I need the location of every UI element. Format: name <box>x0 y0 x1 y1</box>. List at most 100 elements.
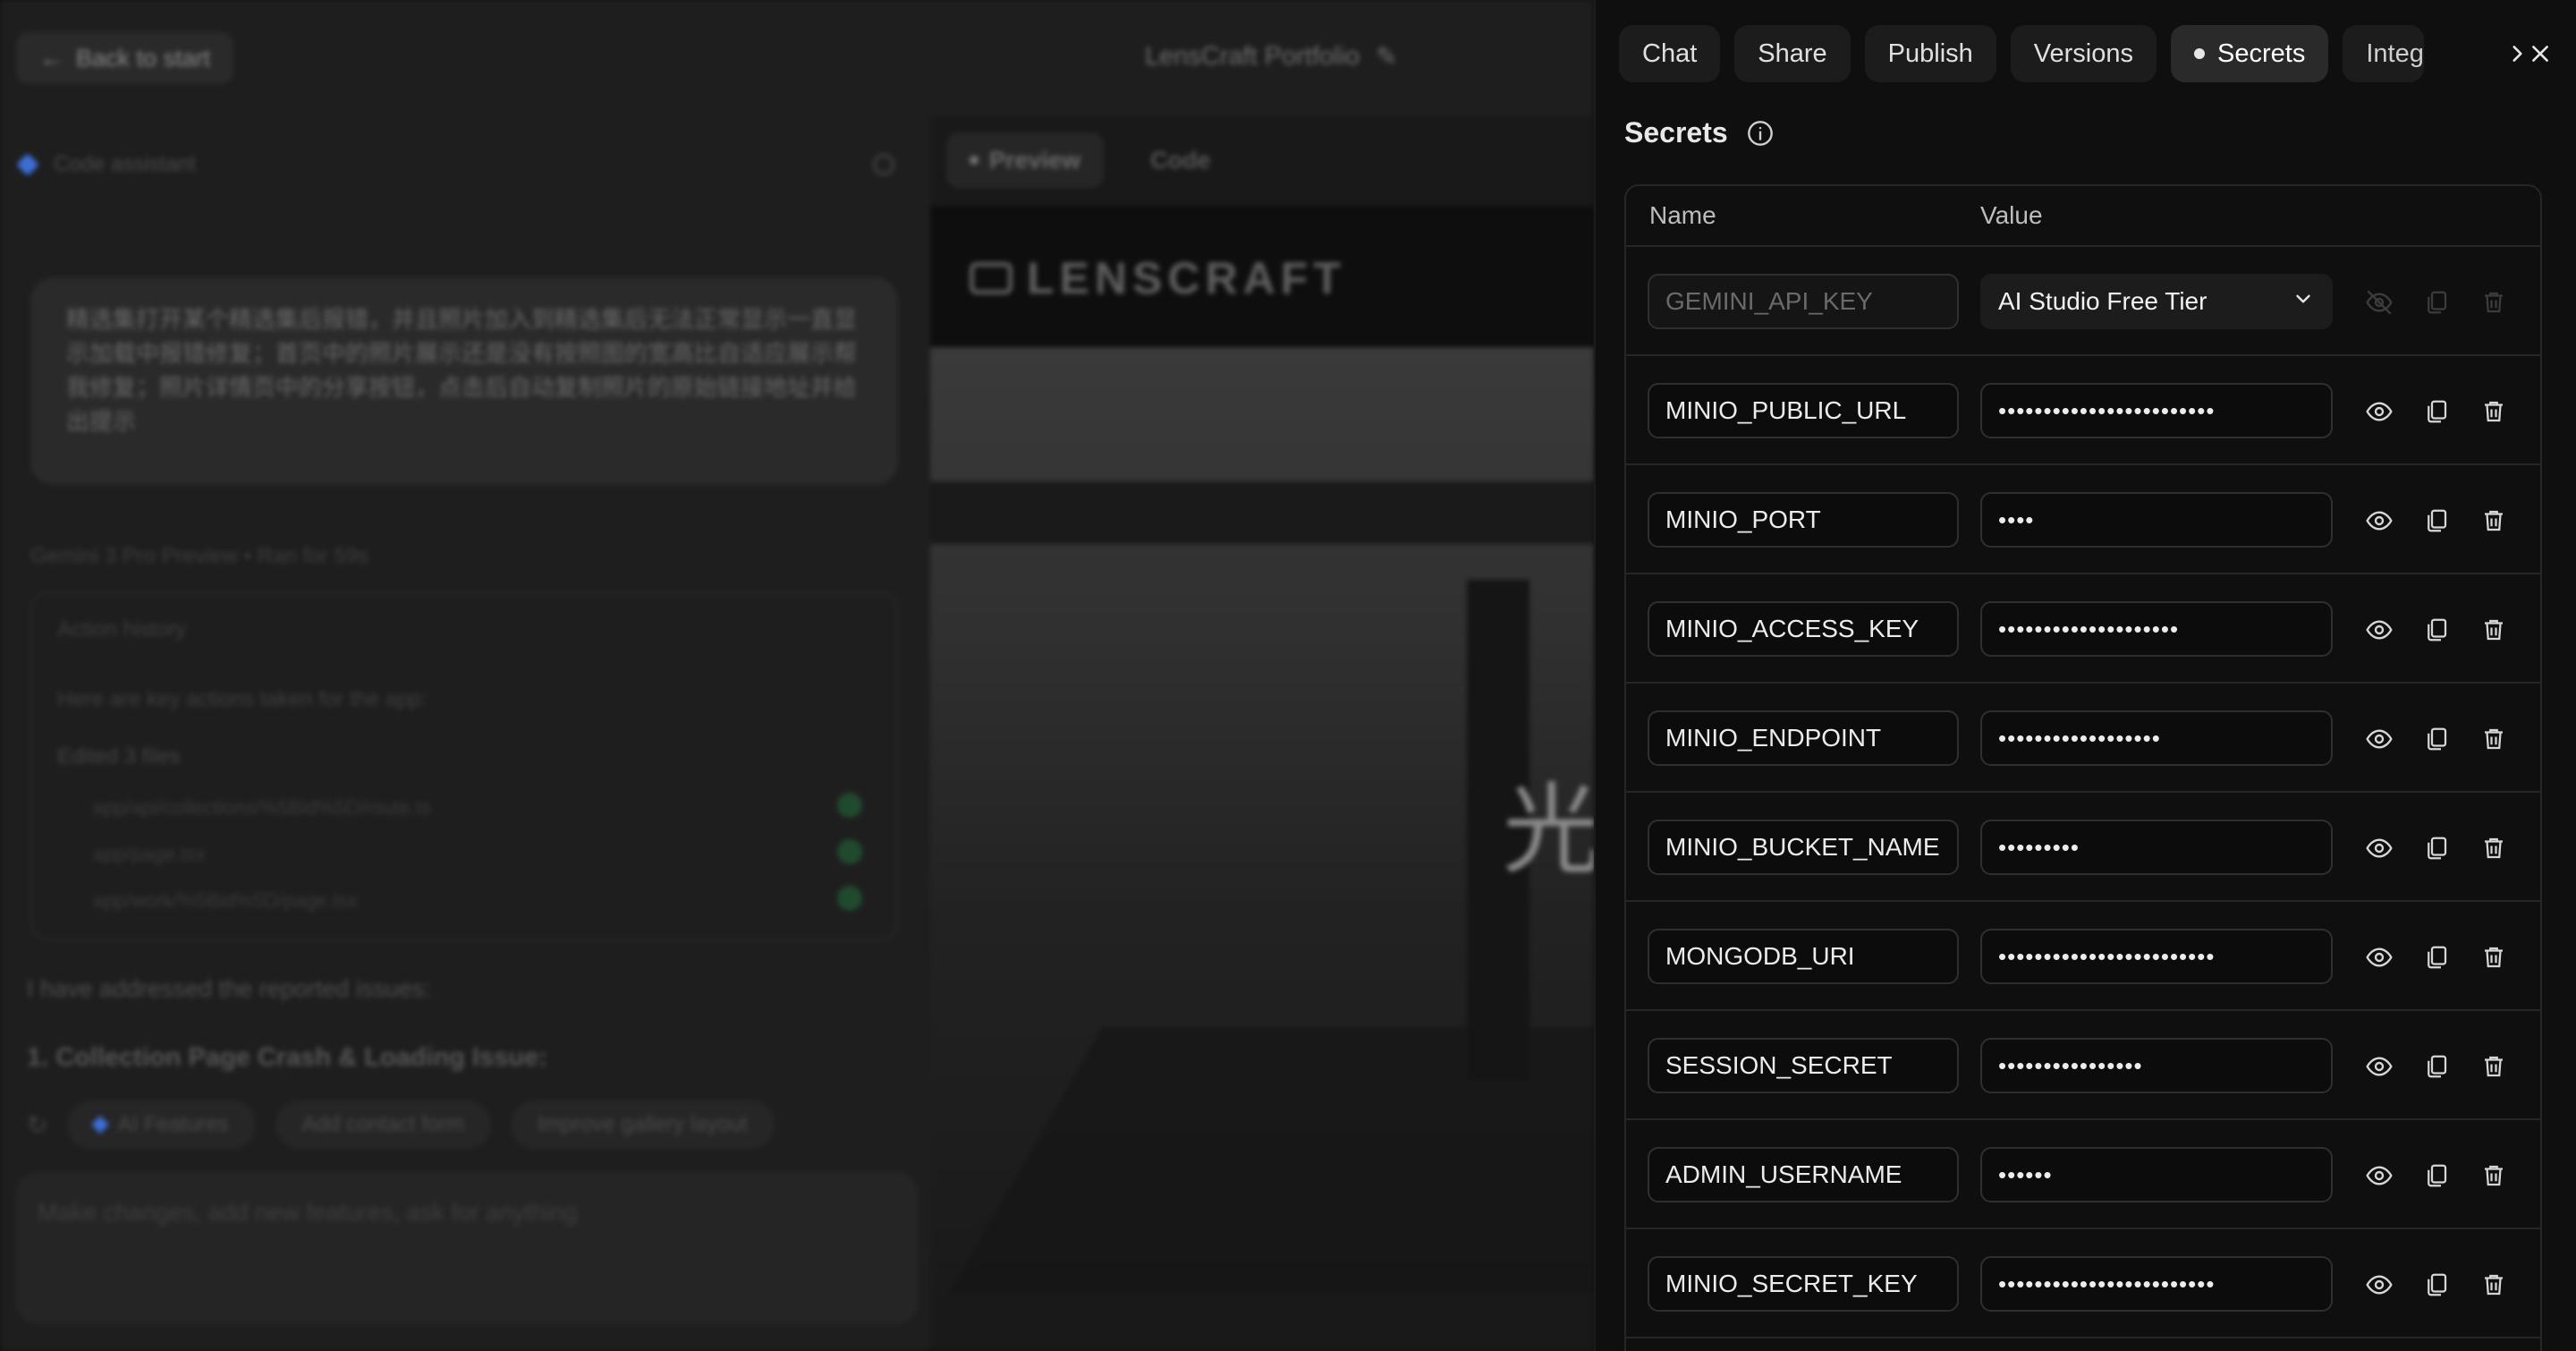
tab-integrations[interactable]: Integ <box>2343 25 2424 82</box>
close-panel-button[interactable] <box>2513 27 2567 81</box>
secret-row: MINIO_SECRET_KEY •••••••••••••••••••••••• <box>1626 1229 2540 1338</box>
trash-icon[interactable] <box>2472 1154 2515 1197</box>
project-title[interactable]: LensCraft Portfolio ✎ <box>1145 41 1397 72</box>
secrets-header: Secrets <box>1624 116 1775 149</box>
secret-value-field[interactable]: ••••••••• <box>1980 820 2333 875</box>
secret-name-field[interactable]: MINIO_ENDPOINT <box>1648 710 1959 766</box>
trash-icon[interactable] <box>2472 608 2515 651</box>
secret-value-field[interactable]: •••••••••••••••••••• <box>1980 601 2333 657</box>
eye-icon[interactable] <box>2358 499 2401 542</box>
eye-icon[interactable] <box>2358 390 2401 433</box>
hero-dock <box>936 1027 1594 1294</box>
prompt-input[interactable]: Make changes, add new features, ask for … <box>16 1172 918 1324</box>
copy-icon[interactable] <box>2415 936 2458 979</box>
tab-label: Secrets <box>2217 38 2306 68</box>
tab-label: Chat <box>1642 38 1698 68</box>
tab-label: Preview <box>989 146 1081 174</box>
secret-actions <box>2358 936 2515 979</box>
secret-value-field[interactable]: •••••••••••••••••• <box>1980 710 2333 766</box>
eye-icon[interactable] <box>2358 936 2401 979</box>
secret-row: MINIO_PUBLIC_URL •••••••••••••••••••••••• <box>1626 356 2540 465</box>
tab-code[interactable]: Code <box>1127 132 1234 188</box>
app-root: ← Back to start LensCraft Portfolio ✎ Co… <box>0 0 2576 1351</box>
chip-label: AI Features <box>117 1112 229 1136</box>
secret-value-field[interactable]: •••••••••••••••• <box>1980 1038 2333 1093</box>
copy-icon[interactable] <box>2415 499 2458 542</box>
trash-icon[interactable] <box>2472 936 2515 979</box>
trash-icon[interactable] <box>2472 1045 2515 1088</box>
action-history: Action history Here are key actions take… <box>30 592 898 941</box>
hero-treeline <box>930 481 1594 544</box>
refresh-icon[interactable]: ↻ <box>27 1110 47 1140</box>
tab-label: Versions <box>2033 38 2134 68</box>
trash-icon[interactable] <box>2472 1263 2515 1306</box>
suggestion-chip[interactable]: Improve gallery layout <box>510 1100 775 1149</box>
action-history-title[interactable]: Action history <box>57 617 186 642</box>
info-icon[interactable] <box>1746 119 1775 148</box>
copy-icon[interactable] <box>2415 390 2458 433</box>
secret-actions <box>2358 390 2515 433</box>
secret-name-field[interactable]: MINIO_BUCKET_NAME <box>1648 820 1959 875</box>
trash-icon[interactable] <box>2472 718 2515 760</box>
panel-tabs: Chat Share Publish Versions Secrets Inte… <box>1619 25 2513 82</box>
eye-icon[interactable] <box>2358 1263 2401 1306</box>
secret-actions <box>2358 608 2515 651</box>
site-logo-text: LENSCRAFT <box>1027 253 1346 303</box>
edited-file[interactable]: app/page.tsx <box>93 843 206 866</box>
close-icon <box>2532 46 2548 62</box>
secret-name-field[interactable]: SESSION_SECRET <box>1648 1038 1959 1093</box>
edited-file[interactable]: app/api/collections/%5Bid%5D/route.ts <box>93 796 431 820</box>
secret-row: SESSION_SECRET •••••••••••••••• <box>1626 1011 2540 1120</box>
trash-icon[interactable] <box>2472 390 2515 433</box>
settings-icon[interactable] <box>873 154 894 175</box>
tab-preview[interactable]: Preview <box>946 132 1105 188</box>
tab-chat[interactable]: Chat <box>1619 25 1721 82</box>
secret-value-field[interactable]: •••••••••••••••••••••••• <box>1980 383 2333 438</box>
copy-icon[interactable] <box>2415 1045 2458 1088</box>
table-header: Name Value <box>1626 186 2540 247</box>
camera-icon <box>970 262 1013 294</box>
eye-icon[interactable] <box>2358 1154 2401 1197</box>
secret-value-field[interactable]: •••••• <box>1980 1147 2333 1202</box>
secret-name-field[interactable]: MINIO_SECRET_KEY <box>1648 1256 1959 1312</box>
hero-image: 光 <box>930 347 1594 1294</box>
copy-icon[interactable] <box>2415 608 2458 651</box>
copy-icon[interactable] <box>2415 1154 2458 1197</box>
tab-secrets[interactable]: Secrets <box>2171 25 2329 82</box>
secret-value-field[interactable]: •••••••••••••••••••••••• <box>1980 1256 2333 1312</box>
eye-icon[interactable] <box>2358 718 2401 760</box>
secret-name-field[interactable]: ADMIN_USERNAME <box>1648 1147 1959 1202</box>
column-header-value: Value <box>1980 201 2043 229</box>
secret-name-field[interactable]: MINIO_PUBLIC_URL <box>1648 383 1959 438</box>
secret-actions <box>2358 1263 2515 1306</box>
copy-icon[interactable] <box>2415 1263 2458 1306</box>
secret-name-field[interactable]: MONGODB_URI <box>1648 929 1959 984</box>
secret-row: MINIO_ACCESS_KEY •••••••••••••••••••• <box>1626 574 2540 684</box>
suggestion-chip[interactable]: AI Features <box>67 1100 256 1149</box>
copy-icon[interactable] <box>2415 718 2458 760</box>
secret-value-select[interactable]: AI Studio Free Tier <box>1980 274 2333 329</box>
secret-name-field[interactable]: MINIO_ACCESS_KEY <box>1648 601 1959 657</box>
secret-value-field[interactable]: •••••••••••••••••••••••• <box>1980 929 2333 984</box>
site-header: LENSCRAFT <box>930 206 1594 347</box>
secret-name-field: GEMINI_API_KEY <box>1648 274 1959 329</box>
eye-icon[interactable] <box>2358 827 2401 870</box>
column-header-name: Name <box>1649 201 1716 229</box>
eye-icon[interactable] <box>2358 608 2401 651</box>
copy-icon[interactable] <box>2415 827 2458 870</box>
back-to-start-button[interactable]: ← Back to start <box>16 32 234 84</box>
tab-share[interactable]: Share <box>1734 25 1851 82</box>
eye-icon[interactable] <box>2358 1045 2401 1088</box>
section-title: Secrets <box>1624 116 1728 149</box>
secret-row: ADMIN_USERNAME •••••• <box>1626 1120 2540 1229</box>
edited-file[interactable]: app/work/%5Bid%5D/page.tsx <box>93 889 358 913</box>
tab-publish[interactable]: Publish <box>1864 25 1996 82</box>
trash-icon[interactable] <box>2472 827 2515 870</box>
secrets-panel: Chat Share Publish Versions Secrets Inte… <box>1594 0 2576 1351</box>
suggestion-chip[interactable]: Add contact form <box>275 1100 491 1149</box>
trash-icon[interactable] <box>2472 499 2515 542</box>
gemini-diamond-icon <box>91 1116 110 1134</box>
tab-versions[interactable]: Versions <box>2010 25 2157 82</box>
secret-name-field[interactable]: MINIO_PORT <box>1648 492 1959 548</box>
secret-value-field[interactable]: •••• <box>1980 492 2333 548</box>
